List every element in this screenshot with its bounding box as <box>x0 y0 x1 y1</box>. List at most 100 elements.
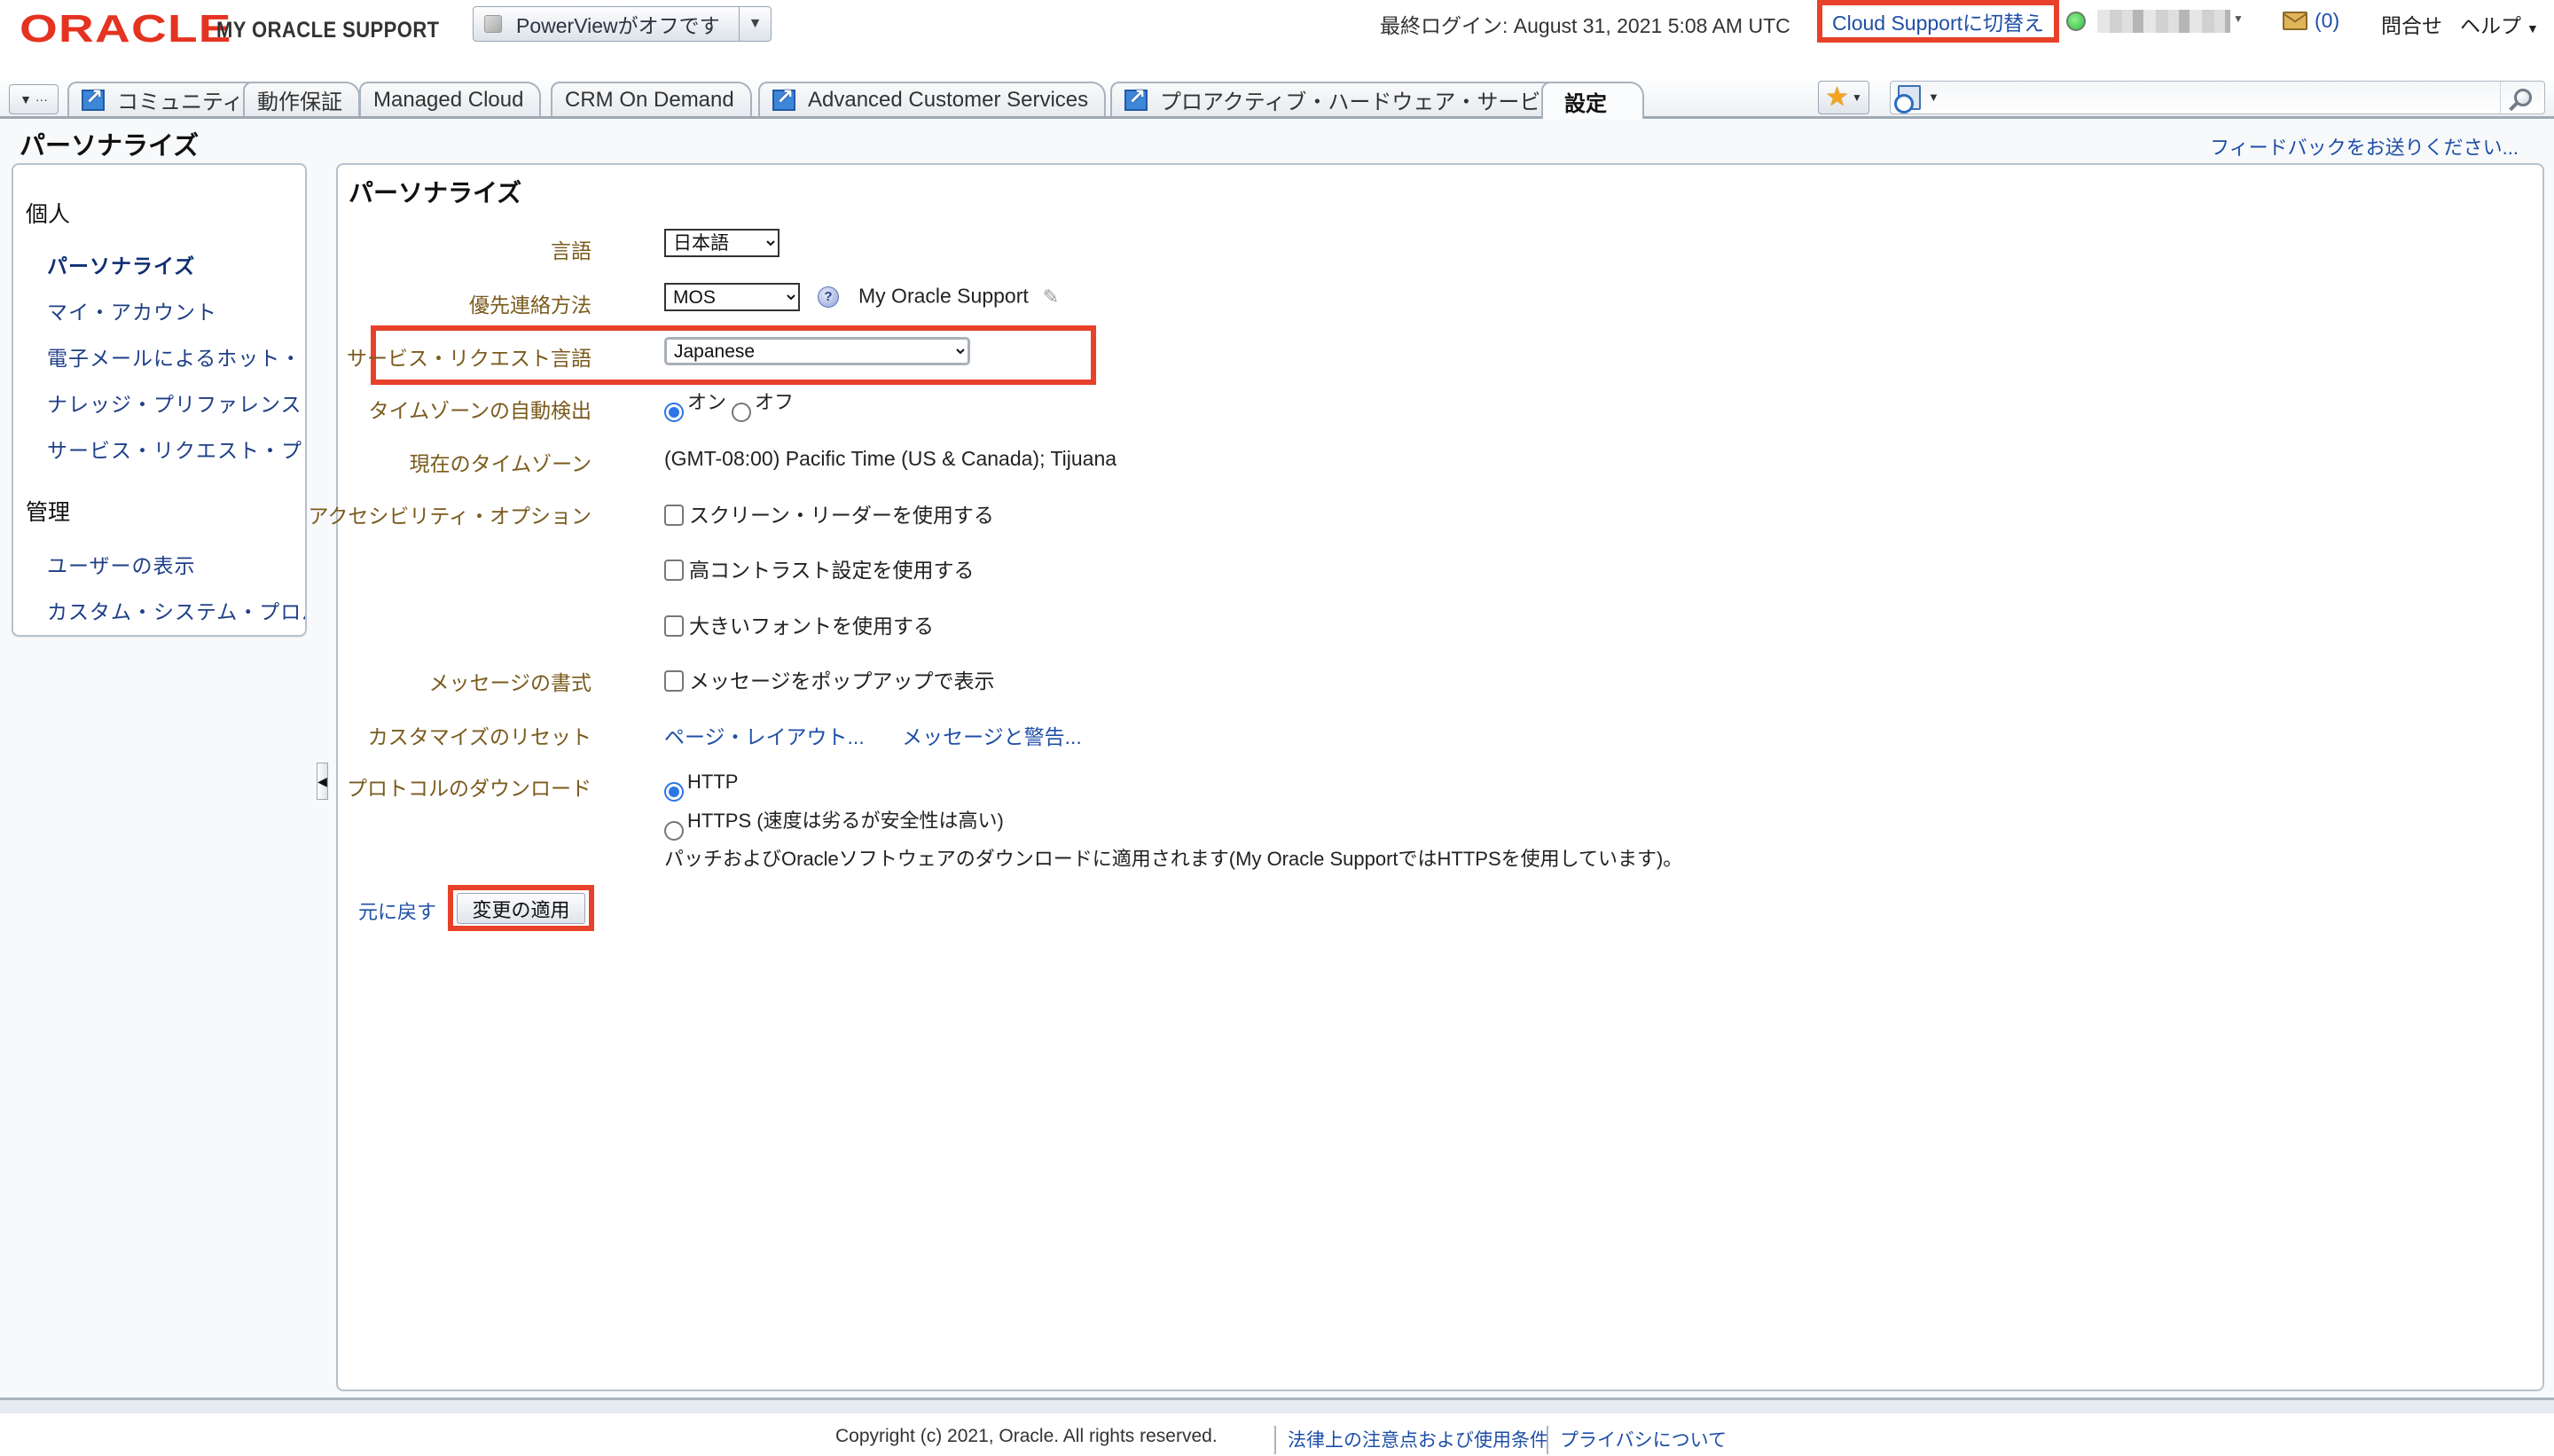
caret-down-icon: ▼ <box>2233 12 2244 25</box>
header: ORACLE MY ORACLE SUPPORT PowerViewがオフです … <box>0 0 2554 78</box>
copyright: Copyright (c) 2021, Oracle. All rights r… <box>835 1426 1218 1446</box>
search-button[interactable] <box>2500 82 2544 114</box>
tab-community[interactable]: コミュニティ <box>67 82 262 116</box>
chevron-down-icon[interactable]: ▼ <box>739 7 771 41</box>
contact-link[interactable]: 問合せ <box>2381 9 2442 39</box>
tab-overflow-menu[interactable]: ▼ ··· <box>9 84 59 114</box>
favorites-button[interactable]: ★ ▼ <box>1818 81 1869 114</box>
powerview-icon <box>484 15 502 33</box>
tz-current-label: 現在のタイムゾーン <box>409 452 591 475</box>
tab-label: Advanced Customer Services <box>808 87 1089 112</box>
tab-label: Managed Cloud <box>373 87 524 112</box>
mail-icon[interactable] <box>2283 12 2307 30</box>
sidebar-item-custom-system-properties[interactable]: カスタム・システム・プロパ <box>47 595 305 625</box>
legal-terms-link[interactable]: 法律上の注意点および使用条件 <box>1288 1426 1548 1452</box>
large-font-label: 大きいフォントを使用する <box>689 614 934 638</box>
search-input[interactable] <box>1944 83 2485 112</box>
https-label: HTTPS (速度は劣るが安全性は高い) <box>687 810 1004 832</box>
footer-separator <box>1547 1426 1548 1454</box>
tz-auto-on-label: オン <box>687 391 727 413</box>
tab-label: CRM On Demand <box>565 87 734 112</box>
tab-advanced-customer-services[interactable]: Advanced Customer Services <box>758 82 1107 116</box>
tab-label: プロアクティブ・ハードウェア・サービス <box>1160 90 1563 114</box>
collapse-sidebar-handle[interactable]: ◀ <box>317 763 328 800</box>
edit-pencil-icon[interactable]: ✎ <box>1043 286 1059 309</box>
sidebar-item-sr-profile[interactable]: サービス・リクエスト・プロ <box>47 434 305 464</box>
tab-label: 動作保証 <box>257 90 342 114</box>
footer-separator <box>1274 1426 1276 1454</box>
sr-language-select[interactable]: Japanese <box>664 337 970 365</box>
tab-managed-cloud[interactable]: Managed Cloud <box>359 82 542 116</box>
sidebar-item-knowledge-preferences[interactable]: ナレッジ・プリファレンス <box>47 387 302 418</box>
help-label: ヘルプ <box>2460 14 2521 37</box>
sidebar-item-email-hot-topics[interactable]: 電子メールによるホット・ト <box>47 341 305 372</box>
recent-items-icon[interactable] <box>1894 85 1921 114</box>
feedback-link[interactable]: フィードバックをお送りください... <box>2210 132 2519 160</box>
tz-auto-on-radio[interactable] <box>664 402 684 422</box>
help-menu[interactable]: ヘルプ ▼ <box>2460 9 2539 39</box>
contact-method-select[interactable]: MOS <box>664 283 800 311</box>
large-font-checkbox[interactable] <box>664 614 684 637</box>
last-login: 最終ログイン: August 31, 2021 5:08 AM UTC <box>1380 14 1790 37</box>
cloud-support-switch-label: Cloud Supportに切替え <box>1831 12 2045 35</box>
language-label: 言語 <box>551 239 591 262</box>
reset-messages-link[interactable]: メッセージと警告... <box>902 725 1082 748</box>
revert-link[interactable]: 元に戻す <box>358 896 436 925</box>
powerview-label: PowerViewがオフです <box>516 14 720 37</box>
cloud-support-switch-link[interactable]: Cloud Supportに切替え <box>1817 0 2059 43</box>
settings-sidebar: 個人 パーソナライズ マイ・アカウント 電子メールによるホット・ト ナレッジ・プ… <box>12 163 307 637</box>
tz-auto-label: タイムゾーンの自動検出 <box>368 399 591 422</box>
contact-method-label: 優先連絡方法 <box>469 294 591 317</box>
https-radio[interactable] <box>664 820 684 841</box>
tab-proactive-hardware-services[interactable]: プロアクティブ・ハードウェア・サービス <box>1110 82 1580 116</box>
search-box: ▼ <box>1890 81 2545 114</box>
tab-bar: ▼ ··· コミュニティ 動作保証 Managed Cloud CRM On D… <box>0 76 2554 119</box>
apply-changes-button[interactable]: 変更の適用 <box>457 893 585 924</box>
download-protocol-label: プロトコルのダウンロード <box>347 777 591 800</box>
tz-auto-off-label: オフ <box>755 391 795 413</box>
http-label: HTTP <box>687 771 739 793</box>
powerview-button[interactable]: PowerViewがオフです ▼ <box>473 6 772 42</box>
reset-customization-label: カスタマイズのリセット <box>367 725 591 748</box>
sidebar-item-my-account[interactable]: マイ・アカウント <box>47 295 217 325</box>
online-status-icon <box>2066 12 2086 31</box>
popup-messages-checkbox[interactable] <box>664 669 684 692</box>
tab-settings[interactable]: 設定 <box>1541 82 1644 119</box>
caret-down-icon[interactable]: ▼ <box>1928 90 1939 104</box>
sidebar-section-personal: 個人 <box>26 202 71 227</box>
highlight-box: 変更の適用 <box>448 885 594 931</box>
http-radio[interactable] <box>664 781 684 802</box>
high-contrast-label: 高コントラスト設定を使用する <box>689 559 975 582</box>
screen-reader-label: スクリーン・リーダーを使用する <box>689 504 994 527</box>
tz-auto-off-radio[interactable] <box>732 402 752 422</box>
external-link-icon <box>772 84 795 111</box>
search-icon <box>2513 89 2532 106</box>
language-select[interactable]: 日本語 <box>664 229 780 257</box>
download-protocol-note: パッチおよびOracleソフトウェアのダウンロードに適用されます(My Orac… <box>664 848 1683 870</box>
tab-certifications[interactable]: 動作保証 <box>243 82 360 116</box>
section-title: パーソナライズ <box>349 179 522 207</box>
footer: Copyright (c) 2021, Oracle. All rights r… <box>0 1413 2554 1456</box>
caret-down-icon: ▼ <box>2527 21 2539 35</box>
sidebar-item-view-users[interactable]: ユーザーの表示 <box>47 549 196 579</box>
tab-label: 設定 <box>1564 91 1607 116</box>
privacy-link[interactable]: プライバシについて <box>1560 1426 1727 1452</box>
user-menu[interactable] <box>2097 10 2230 33</box>
oracle-logo: ORACLE <box>20 7 232 51</box>
popup-messages-label: メッセージをポップアップで表示 <box>689 669 995 693</box>
footer-divider <box>0 1397 2554 1413</box>
high-contrast-checkbox[interactable] <box>664 559 684 581</box>
help-icon[interactable]: ? <box>818 286 839 309</box>
star-icon: ★ <box>1825 82 1849 112</box>
sidebar-item-personalize[interactable]: パーソナライズ <box>47 249 195 279</box>
message-format-label: メッセージの書式 <box>428 671 591 694</box>
caret-down-icon: ▼ <box>1852 91 1862 104</box>
tab-label: コミュニティ <box>117 90 244 114</box>
mail-count[interactable]: (0) <box>2315 9 2339 33</box>
tab-crm-on-demand[interactable]: CRM On Demand <box>551 82 752 116</box>
page-title: パーソナライズ <box>20 132 200 160</box>
accessibility-label: アクセシビリティ・オプション <box>308 505 591 528</box>
screen-reader-checkbox[interactable] <box>664 504 684 526</box>
sidebar-section-admin: 管理 <box>26 500 71 525</box>
reset-page-layout-link[interactable]: ページ・レイアウト... <box>664 725 865 748</box>
